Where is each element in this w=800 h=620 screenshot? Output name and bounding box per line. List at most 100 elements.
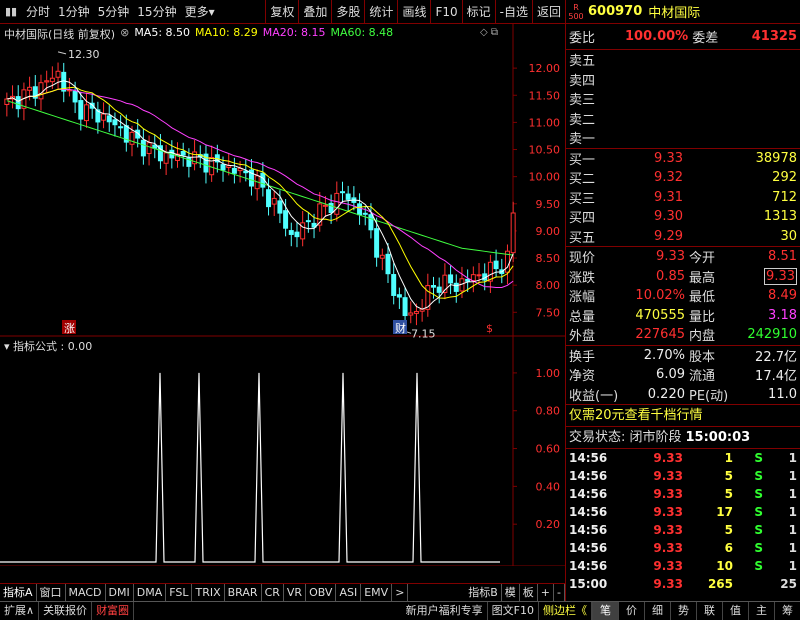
toolbar-menu-icon[interactable]: ▮▮ [0, 0, 22, 24]
sidebar-toggle[interactable]: 侧边栏《 [539, 602, 592, 620]
tick-count: 1 [788, 469, 797, 483]
draw-line-button[interactable]: 画线 [397, 0, 430, 24]
price-info-label: 内盘 [689, 329, 716, 345]
tab-macd[interactable]: MACD [66, 584, 106, 601]
y-tick-label: 9.00 [536, 225, 561, 238]
stats-button[interactable]: 统计 [364, 0, 397, 24]
tick-time: 14:56 [569, 451, 608, 465]
candle-body [209, 156, 215, 176]
buy-level-row[interactable]: 买四 9.30 1313 [566, 207, 800, 227]
related-quotes-button[interactable]: 关联报价 [39, 602, 93, 620]
y-tick-label: 10.00 [529, 171, 561, 184]
ma60-line [6, 100, 514, 256]
tab-price[interactable]: 价 [618, 602, 644, 620]
adjust-button[interactable]: 复权 [265, 0, 298, 24]
candle-body [78, 100, 84, 120]
more-periods-button[interactable]: 更多▾ [181, 0, 219, 24]
candle-body [140, 139, 146, 157]
tab-template[interactable]: 模 [502, 584, 520, 601]
tab-15min[interactable]: 15分钟 [133, 0, 180, 24]
tab-more-indicators[interactable]: > [392, 584, 409, 601]
tab-dmi[interactable]: DMI [106, 584, 134, 601]
indicator-legend: ▾ 指标公式 : 0.00 [4, 338, 92, 354]
tick-volume: 1 [724, 451, 733, 465]
tab-5min[interactable]: 5分钟 [94, 0, 134, 24]
remove-watchlist-button[interactable]: -自选 [494, 0, 532, 24]
price-info-label: 外盘 [569, 329, 596, 345]
multi-stock-button[interactable]: 多股 [331, 0, 364, 24]
tick-row: 14:56 9.33 6 S 1 [566, 539, 800, 557]
tab-chips[interactable]: 筹 [774, 602, 800, 620]
tick-row: 14:56 9.33 5 S 1 [566, 485, 800, 503]
y-tick-label: 8.50 [536, 252, 561, 265]
tab-intraday[interactable]: 分时 [22, 0, 54, 24]
sell-level-row[interactable]: 卖一 [566, 128, 800, 148]
candle-body [436, 286, 442, 293]
buy-level-row[interactable]: 买一 9.33 38978 [566, 149, 800, 169]
tab-cr[interactable]: CR [262, 584, 284, 601]
indicator-dropdown-icon[interactable]: ▾ [4, 340, 10, 353]
buy-level-row[interactable]: 买五 9.29 30 [566, 227, 800, 247]
trade-state-time: 15:00:03 [685, 430, 751, 445]
tab-vr[interactable]: VR [284, 584, 307, 601]
diamond-icon[interactable]: ◇ [480, 27, 488, 38]
tab-dma[interactable]: DMA [134, 584, 167, 601]
tab-trend[interactable]: 势 [670, 602, 696, 620]
tab-1min[interactable]: 1分钟 [54, 0, 94, 24]
tab-value[interactable]: 值 [722, 602, 748, 620]
candle-body [402, 297, 408, 317]
tab-linked[interactable]: 联 [696, 602, 722, 620]
stock-name: 中材国际 [648, 6, 701, 21]
kline-chart-panel[interactable]: 7.50 8.00 8.50 9.00 9.50 10.00 10.50 11.00 11.50… [0, 24, 565, 566]
tab-window[interactable]: 窗口 [37, 584, 66, 601]
sell-level-row[interactable]: 卖二 [566, 109, 800, 129]
tab-ticks[interactable]: 笔 [592, 602, 618, 620]
new-user-promo-link[interactable]: 新用户福利专享 [402, 602, 488, 620]
tab-asi[interactable]: ASI [336, 584, 362, 601]
tab-indicator-a[interactable]: 指标A [0, 584, 37, 601]
fundamental-value: 6.09 [656, 367, 685, 383]
candle-body [15, 96, 21, 110]
tick-price: 9.33 [653, 505, 683, 519]
price-info-value-text: 8.51 [768, 249, 797, 265]
tab-brar[interactable]: BRAR [225, 584, 262, 601]
expand-button[interactable]: 扩展∧ [0, 602, 40, 620]
overlay-button[interactable]: 叠加 [298, 0, 331, 24]
promo-banner[interactable]: 仅需20元查看千档行情 [566, 405, 800, 427]
period-toolbar: ▮▮ 分时 1分钟 5分钟 15分钟 更多▾ 复权 叠加 多股 统计 画线 F1… [0, 0, 565, 24]
tab-emv[interactable]: EMV [361, 584, 393, 601]
f10-text-link[interactable]: 图文F10 [488, 602, 539, 620]
sell-level-row[interactable]: 卖四 [566, 70, 800, 90]
sell-level-row[interactable]: 卖五 [566, 50, 800, 70]
tab-trix[interactable]: TRIX [192, 584, 225, 601]
kline-chart-svg[interactable]: 7.50 8.00 8.50 9.00 9.50 10.00 10.50 11.00 11.50… [0, 24, 565, 566]
zoom-out-button[interactable]: - [554, 584, 565, 601]
tick-side: S [754, 523, 763, 537]
tick-price: 9.33 [653, 523, 683, 537]
zoom-in-button[interactable]: + [538, 584, 555, 601]
tick-side: S [754, 505, 763, 519]
tick-volume: 5 [724, 469, 733, 483]
mark-button[interactable]: 标记 [461, 0, 495, 24]
price-info-label: 今开 [689, 251, 716, 267]
buy-level-price: 9.33 [654, 150, 683, 166]
tab-fsl[interactable]: FSL [166, 584, 193, 601]
f10-button[interactable]: F10 [430, 0, 461, 24]
tab-indicator-b[interactable]: 指标B [465, 584, 502, 601]
tab-main[interactable]: 主 [748, 602, 774, 620]
tick-list[interactable]: 14:56 9.33 1 S 1 14:56 9.33 5 S 1 14:56 9.33 5 S 1 14:5… [566, 449, 800, 593]
tick-time: 14:56 [569, 559, 608, 573]
expand-icon[interactable]: ⧉ [491, 27, 498, 38]
wealth-circle-button[interactable]: 财富圈 [92, 602, 135, 620]
back-button[interactable]: 返回 [531, 0, 565, 24]
price-info-value-text: 3.18 [768, 307, 797, 323]
tick-time: 14:56 [569, 541, 608, 555]
sell-level-row[interactable]: 卖三 [566, 89, 800, 109]
tab-detail[interactable]: 细 [644, 602, 670, 620]
candle-body [27, 86, 33, 91]
buy-level-row[interactable]: 买三 9.31 712 [566, 188, 800, 208]
buy-level-row[interactable]: 买二 9.32 292 [566, 168, 800, 188]
tab-board[interactable]: 板 [520, 584, 538, 601]
legend-close-icon[interactable]: ⊗ [120, 26, 129, 42]
tab-obv[interactable]: OBV [306, 584, 337, 601]
